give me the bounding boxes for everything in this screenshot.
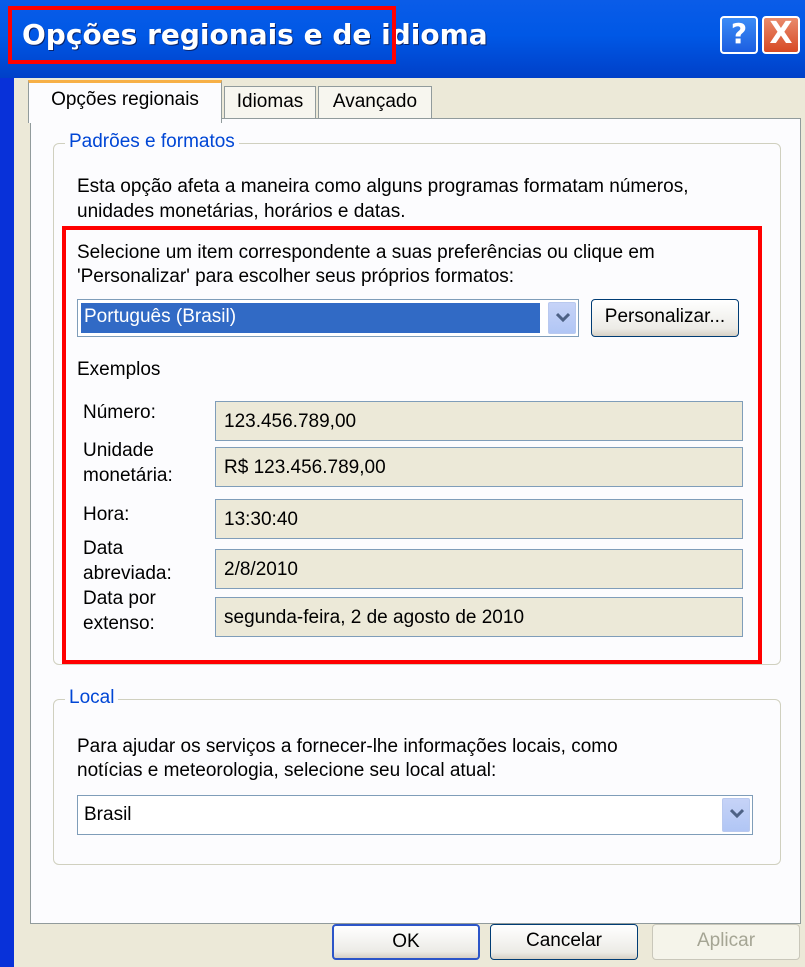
tab-label: Avançado: [332, 91, 418, 112]
tab-label: Opções regionais: [51, 89, 199, 110]
tab-idiomas[interactable]: Idiomas: [224, 86, 316, 119]
standards-description-line2: unidades monetárias, horários e datas.: [77, 201, 406, 222]
apply-button[interactable]: Aplicar: [652, 924, 800, 960]
cancel-label: Cancelar: [525, 930, 603, 951]
apply-label: Aplicar: [696, 930, 756, 951]
location-description-line2: notícias e meteorologia, selecione seu l…: [77, 760, 497, 781]
tab-avancado[interactable]: Avançado: [318, 86, 432, 119]
standards-description-line1: Esta opção afeta a maneira como alguns p…: [77, 176, 689, 197]
location-select[interactable]: Brasil: [77, 795, 753, 835]
tab-label: Idiomas: [236, 91, 304, 112]
location-legend: Local: [65, 687, 119, 709]
tab-opcoes-regionais[interactable]: Opções regionais: [28, 80, 222, 123]
dialog-window: Opções regionais e de idioma ? X Opções …: [0, 0, 805, 967]
title-highlight-box: [8, 6, 396, 64]
title-bar[interactable]: Opções regionais e de idioma ? X: [0, 0, 805, 78]
cancel-button[interactable]: Cancelar: [490, 924, 638, 960]
ok-label: OK: [392, 931, 420, 952]
standards-legend: Padrões e formatos: [65, 131, 239, 153]
chevron-down-icon[interactable]: [722, 798, 750, 832]
location-select-value: Brasil: [84, 804, 132, 825]
selection-highlight-box: [62, 226, 762, 664]
window-left-border: [0, 78, 14, 967]
help-button[interactable]: ?: [720, 16, 758, 54]
close-button[interactable]: X: [762, 16, 800, 54]
location-description-line1: Para ajudar os serviços a fornecer-lhe i…: [77, 736, 618, 757]
ok-button[interactable]: OK: [332, 924, 480, 960]
